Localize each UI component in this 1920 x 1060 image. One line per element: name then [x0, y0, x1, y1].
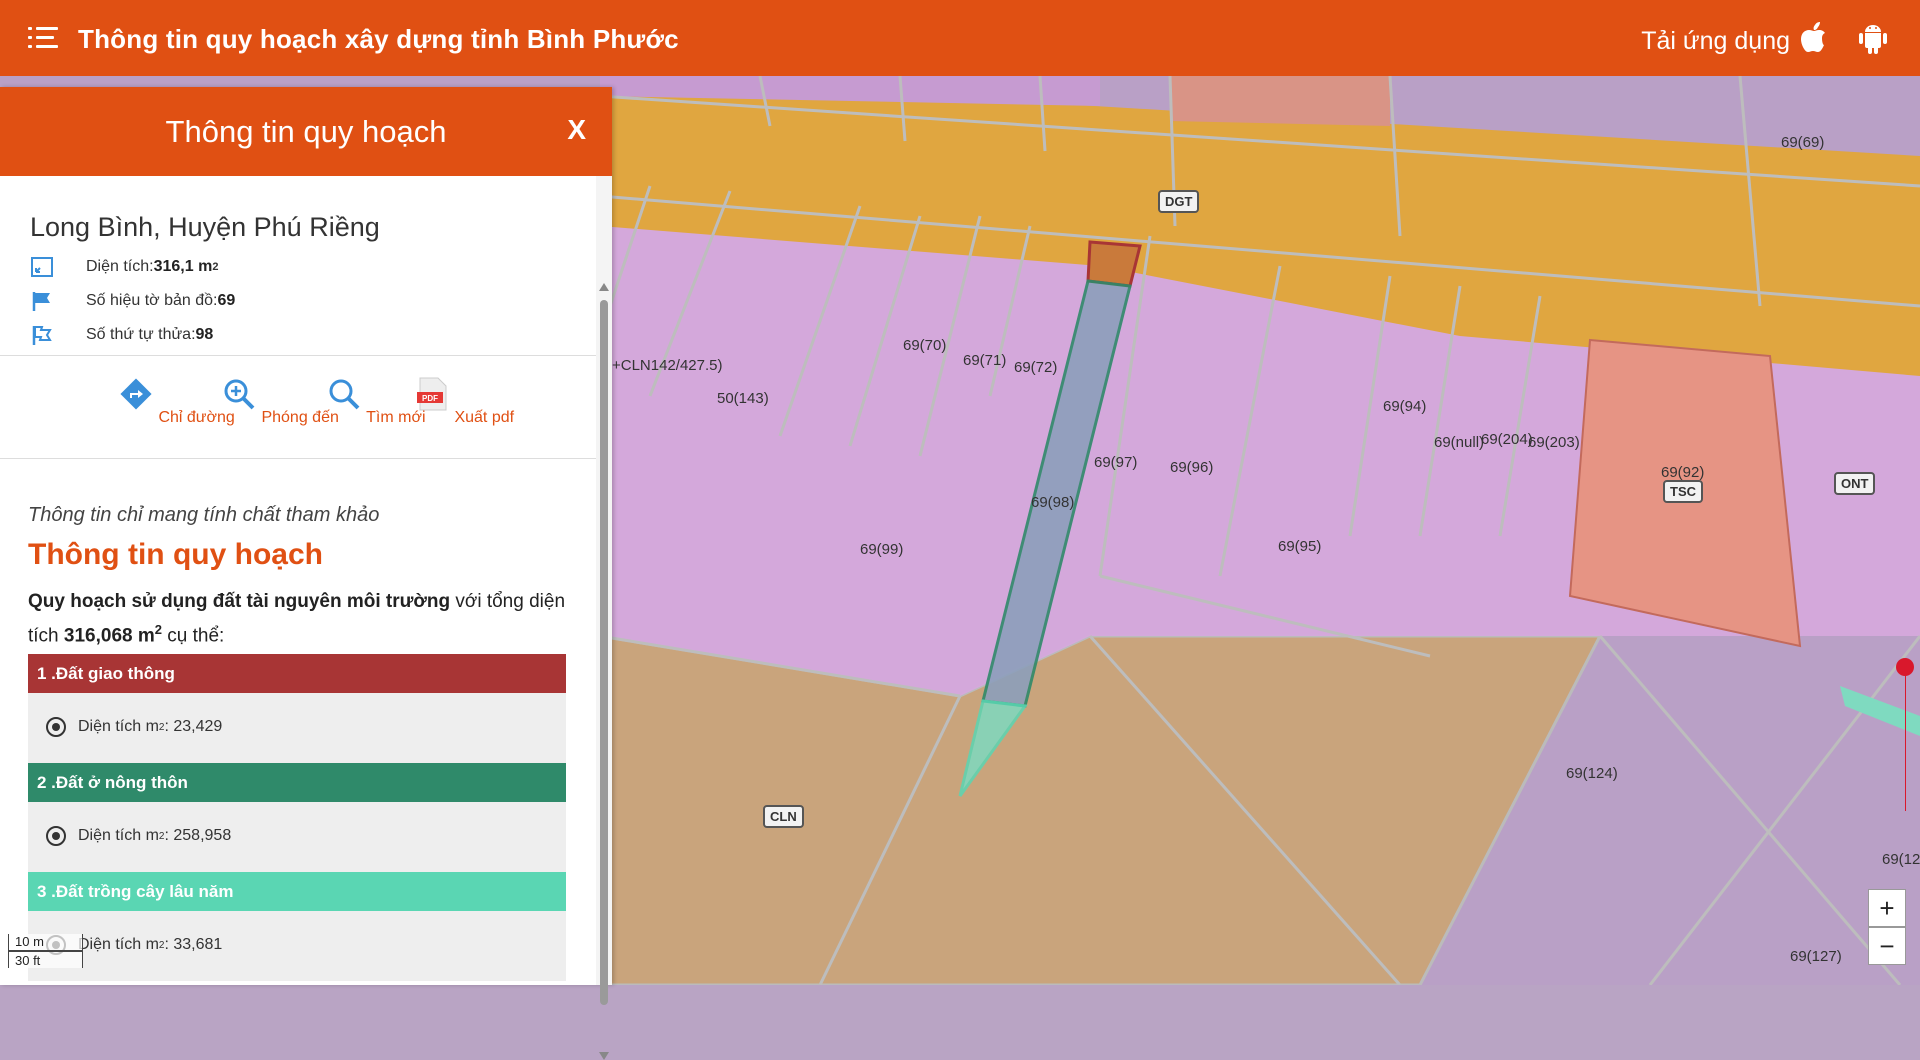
- area-label: Diện tích:: [86, 258, 154, 275]
- parcel-label: 69(127): [1790, 948, 1842, 965]
- area-value: 316,1 m: [153, 258, 213, 275]
- parcel-label: 69(72): [1014, 359, 1058, 376]
- map-marker-icon[interactable]: [1896, 658, 1914, 676]
- parcel-label: 69(12: [1882, 851, 1920, 868]
- flag-icon: [32, 292, 50, 311]
- section-title: Thông tin quy hoạch: [28, 538, 323, 571]
- map-sheet-row: Số hiệu tờ bản đồ: 69: [30, 290, 235, 312]
- scale-imperial: 30 ft: [8, 951, 83, 968]
- parcel-label: 69(97): [1094, 454, 1138, 471]
- panel-body: Long Bình, Huyện Phú Riềng Diện tích: 31…: [0, 176, 596, 985]
- area-item-label: Diện tích m: [78, 936, 159, 953]
- category-area-item: Diện tích m2: 258,958: [46, 826, 231, 846]
- disclaimer-note: Thông tin chỉ mang tính chất tham khảo: [28, 504, 380, 526]
- category-header-perennial[interactable]: 3 .Đất trồng cây lâu năm: [28, 872, 566, 911]
- directions-button[interactable]: Chỉ đường: [118, 376, 235, 427]
- parcel-label: 69(null): [1434, 434, 1485, 451]
- close-button[interactable]: X: [567, 114, 586, 146]
- parcel-label: 69(94): [1383, 398, 1427, 415]
- scroll-thumb[interactable]: [600, 300, 608, 1005]
- parcel-value: 98: [195, 326, 214, 343]
- zone-tag-tsc: TSC: [1663, 480, 1703, 503]
- parcel-label: +CLN142/427.5): [612, 357, 723, 374]
- parcel-label: 69(99): [860, 541, 904, 558]
- parcel-label: 69(124): [1566, 765, 1618, 782]
- download-app-label: Tải ứng dụng: [1641, 27, 1790, 55]
- area-row: Diện tích: 316,1 m2: [30, 256, 218, 278]
- scroll-down-icon[interactable]: [599, 1052, 609, 1060]
- menu-icon[interactable]: [28, 27, 58, 49]
- parcel-label: 50(143): [717, 390, 769, 407]
- summary-total: 316,068 m: [63, 625, 155, 647]
- zone-tag-ont: ONT: [1834, 472, 1876, 495]
- search-icon: [329, 379, 360, 410]
- scroll-up-icon[interactable]: [599, 283, 609, 291]
- directions-icon: [120, 378, 152, 410]
- flag-outline-icon: [32, 326, 52, 345]
- map-sheet-label: Số hiệu tờ bản đồ:: [86, 292, 218, 309]
- parcel-label: 69(71): [963, 352, 1007, 369]
- app-title: Thông tin quy hoạch xây dựng tỉnh Bình P…: [78, 24, 679, 54]
- parcel-label: 69(204): [1481, 431, 1533, 448]
- zoom-control: + −: [1868, 889, 1906, 965]
- scale-metric: 10 m: [8, 934, 83, 951]
- divider: [0, 458, 596, 459]
- parcel-label: 69(95): [1278, 538, 1322, 555]
- zoom-in-button[interactable]: +: [1868, 889, 1906, 927]
- action-bar: Chỉ đường Phóng đến Tìm mới PDF Xuất pdf: [0, 376, 596, 466]
- area-item-label: Diện tích m: [78, 718, 159, 735]
- map-sheet-value: 69: [217, 292, 236, 309]
- parcel-label: 69(92): [1661, 464, 1705, 481]
- area-item-value: : 33,681: [164, 936, 223, 953]
- summary-end: cụ thể:: [162, 625, 225, 647]
- planning-summary: Quy hoạch sử dụng đất tài nguyên môi trư…: [28, 588, 568, 650]
- area-unit-sup: 2: [212, 261, 219, 273]
- divider: [0, 355, 596, 356]
- zone-tag-dgt: DGT: [1158, 190, 1200, 213]
- pdf-icon: PDF: [417, 377, 447, 411]
- parcel-row: Số thứ tự thửa: 98: [30, 324, 213, 346]
- parcel-label: 69(96): [1170, 459, 1214, 476]
- parcel-label: 69(98): [1031, 494, 1075, 511]
- parcel-label: 69(70): [903, 337, 947, 354]
- radio-icon: [46, 826, 66, 846]
- parcel-label: 69(203): [1528, 434, 1580, 451]
- parcel-label: Số thứ tự thửa:: [86, 326, 196, 343]
- area-item-label: Diện tích m: [78, 827, 159, 844]
- radio-icon: [46, 717, 66, 737]
- zoom-out-button[interactable]: −: [1868, 927, 1906, 965]
- location-title: Long Bình, Huyện Phú Riềng: [30, 212, 380, 242]
- summary-plan-name: Quy hoạch sử dụng đất tài nguyên môi trư…: [28, 591, 451, 612]
- category-body-road: Diện tích m2: 23,429: [28, 693, 566, 763]
- zoom-in-icon: [224, 379, 255, 410]
- export-pdf-button[interactable]: PDF Xuất pdf: [414, 376, 514, 427]
- category-body-residential: Diện tích m2: 258,958: [28, 802, 566, 872]
- area-icon: [31, 257, 53, 277]
- info-panel: Thông tin quy hoạch X Long Bình, Huyện P…: [0, 87, 612, 1060]
- map-scale: 10 m 30 ft: [8, 934, 83, 968]
- marker-line: [1905, 676, 1906, 811]
- category-body-perennial: Diện tích m2: 33,681: [28, 911, 566, 981]
- apple-icon[interactable]: [1798, 20, 1828, 54]
- category-header-residential[interactable]: 2 .Đất ở nông thôn: [28, 763, 566, 802]
- parcel-label: 69(69): [1781, 134, 1825, 151]
- panel-header: Thông tin quy hoạch X: [0, 87, 612, 176]
- panel-title: Thông tin quy hoạch: [165, 114, 447, 149]
- android-icon[interactable]: [1856, 20, 1890, 54]
- export-pdf-label: Xuất pdf: [454, 409, 515, 426]
- svg-text:PDF: PDF: [422, 394, 438, 403]
- zoom-to-button[interactable]: Phóng đến: [221, 376, 339, 427]
- area-item-value: : 258,958: [164, 827, 232, 844]
- area-item-value: : 23,429: [164, 718, 223, 735]
- app-header: Thông tin quy hoạch xây dựng tỉnh Bình P…: [0, 0, 1920, 76]
- panel-scrollbar[interactable]: [596, 176, 612, 1060]
- zone-tag-cln: CLN: [763, 805, 804, 828]
- new-search-button[interactable]: Tìm mới: [326, 376, 426, 427]
- summary-total-sup: 2: [154, 622, 162, 637]
- category-header-road[interactable]: 1 .Đất giao thông: [28, 654, 566, 693]
- category-area-item: Diện tích m2: 23,429: [46, 717, 222, 737]
